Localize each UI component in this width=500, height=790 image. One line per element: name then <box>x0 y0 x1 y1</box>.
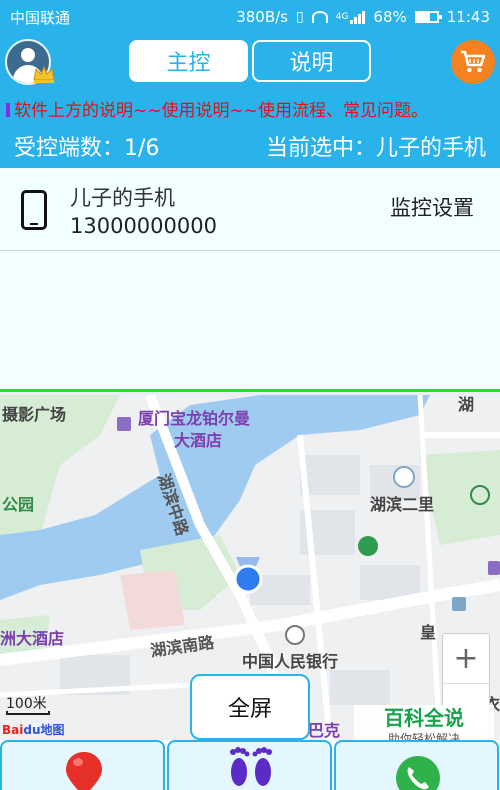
status-info-row: 受控端数：1/6 当前选中：儿子的手机 <box>14 130 486 162</box>
status-icons: 380B/s ▯ 4G 68% 11:43 <box>236 8 490 26</box>
network-speed: 380B/s <box>236 8 288 26</box>
track-button[interactable] <box>167 740 332 790</box>
notice-text: 软件上方的说明~~使用说明~~使用流程、常见问题。 <box>14 101 428 121</box>
battery-percent: 68% <box>373 8 407 26</box>
map-scale-bar <box>6 711 50 715</box>
network-type: 4G <box>335 12 349 22</box>
map-label-hubin-er-li: 湖滨二里 <box>370 495 435 514</box>
map-label-photo-square: 摄影广场 <box>2 405 67 424</box>
vip-crown-icon <box>33 65 55 83</box>
device-name: 儿子的手机 <box>70 186 175 210</box>
shopping-cart-icon <box>461 50 486 73</box>
watermark: 百科全说 助你轻松解决 <box>354 705 494 740</box>
call-button[interactable] <box>334 740 499 790</box>
map-label-park: 公园 <box>2 495 35 514</box>
vibrate-icon: ▯ <box>296 9 304 25</box>
map-label-zhou-hotel: 洲大酒店 <box>0 629 65 648</box>
device-list: 儿子的手机 13000000000 监控设置 <box>0 168 500 392</box>
fullscreen-button[interactable]: 全屏 <box>190 674 310 740</box>
location-pin-icon <box>66 752 102 790</box>
watermark-title: 百科全说 <box>384 706 464 730</box>
wifi-icon <box>311 11 328 23</box>
map-scale-label: 100米 <box>6 696 47 712</box>
monitor-settings-button[interactable]: 监控设置 <box>390 192 474 222</box>
device-row[interactable]: 儿子的手机 13000000000 监控设置 <box>0 168 500 251</box>
baidu-map-logo: Baidu地图 <box>2 723 65 737</box>
map-label-huang: 皇 <box>420 623 437 642</box>
map-label-hotel-line1: 厦门宝龙铂尔曼 <box>138 409 251 428</box>
shop-cart-button[interactable] <box>451 40 495 84</box>
zoom-in-button[interactable]: + <box>443 634 489 684</box>
signal-icon <box>350 10 366 24</box>
carrier-label: 中国联通 <box>10 8 71 27</box>
battery-fill <box>416 13 431 21</box>
battery-icon <box>414 11 442 23</box>
map-view[interactable]: 摄影广场 厦门宝龙铂尔曼 大酒店 公园 湖滨中路 湖滨二里 洲大酒店 湖滨南路 … <box>0 395 500 740</box>
device-number: 13000000000 <box>70 214 217 238</box>
tab-instructions[interactable]: 说明 <box>252 40 371 82</box>
app-header: 主控 说明 软件上方的说明~~使用说明~~使用流程、常见问题。 受控端数：1/6… <box>0 34 500 168</box>
tab-main-control[interactable]: 主控 <box>129 40 248 82</box>
location-button[interactable] <box>0 740 165 790</box>
current-selected: 当前选中：儿子的手机 <box>265 136 486 161</box>
scrolling-notice[interactable]: 软件上方的说明~~使用说明~~使用流程、常见问题。 <box>6 96 428 121</box>
controlled-count: 受控端数：1/6 <box>14 136 160 161</box>
map-label-hu: 湖 <box>458 395 475 414</box>
clock: 11:43 <box>446 8 490 26</box>
map-label-hotel-line2: 大酒店 <box>174 431 223 450</box>
phone-device-icon <box>21 190 47 230</box>
tab-bar: 主控 说明 <box>129 40 371 82</box>
footprints-icon <box>230 747 272 786</box>
bottom-action-bar <box>0 740 500 790</box>
map-label-bank: 中国人民银行 <box>242 652 339 671</box>
status-bar: 中国联通 380B/s ▯ 4G 68% 11:43 <box>0 0 500 34</box>
watermark-subtitle: 助你轻松解决 <box>387 732 460 740</box>
phone-call-icon <box>396 756 440 790</box>
